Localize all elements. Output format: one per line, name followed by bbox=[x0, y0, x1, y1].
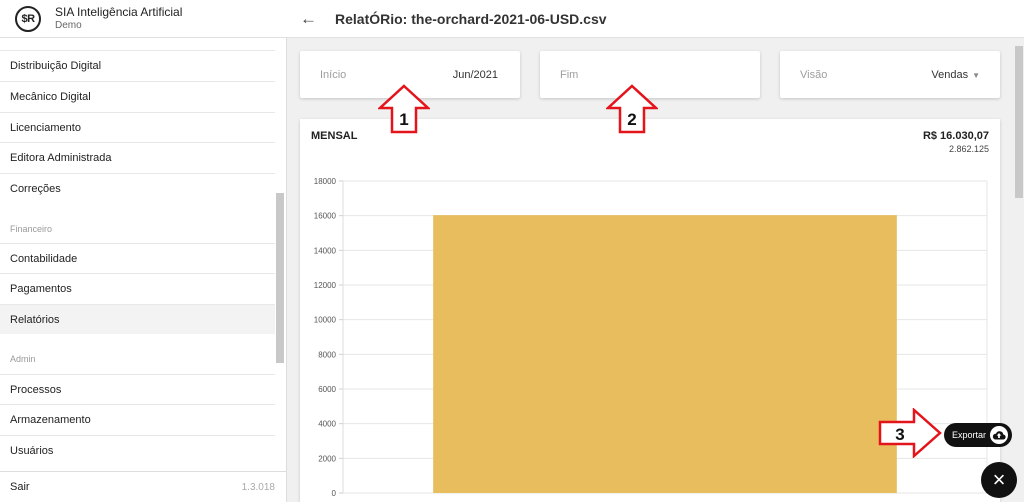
app-version: 1.3.018 bbox=[241, 481, 275, 493]
y-tick-label: 6000 bbox=[318, 385, 336, 394]
y-tick-label: 16000 bbox=[314, 212, 337, 221]
sidebar-item-label: Armazenamento bbox=[10, 413, 91, 426]
sidebar-item-correcoes[interactable]: Correções bbox=[0, 173, 275, 203]
sidebar-item-label: Licenciamento bbox=[10, 121, 81, 134]
sidebar-item-label: Contabilidade bbox=[10, 252, 78, 265]
sidebar-item-editora-administrada[interactable]: Editora Administrada bbox=[0, 142, 275, 172]
logout-link[interactable]: Sair bbox=[10, 481, 30, 493]
y-tick-label: 14000 bbox=[314, 246, 337, 255]
arrow-left-icon[interactable]: ← bbox=[300, 9, 317, 29]
sidebar: Distribuição Digital Mecânico Digital Li… bbox=[0, 38, 287, 502]
cloud-upload-icon bbox=[990, 426, 1008, 444]
bar bbox=[433, 215, 897, 493]
brand-text: SIA Inteligência Artificial Demo bbox=[55, 6, 182, 32]
sidebar-section-financeiro: Financeiro bbox=[10, 224, 53, 234]
sidebar-item-label: Distribuição Digital bbox=[10, 59, 102, 72]
filter-inicio-label: Início bbox=[320, 68, 347, 81]
sidebar-item-mecanico-digital[interactable]: Mecânico Digital bbox=[0, 81, 275, 111]
sidebar-item-label: Pagamentos bbox=[10, 282, 72, 295]
summary-label: MENSAL bbox=[311, 130, 358, 142]
sidebar-footer: Sair 1.3.018 bbox=[0, 471, 287, 502]
sidebar-section-admin: Admin bbox=[10, 354, 36, 364]
sidebar-item-label: Editora Administrada bbox=[10, 151, 112, 164]
y-tick-label: 2000 bbox=[318, 454, 336, 463]
main-scrollbar-thumb[interactable] bbox=[1015, 46, 1023, 198]
filter-visao-value: Vendas bbox=[931, 68, 969, 81]
caret-down-icon: ▼ bbox=[972, 70, 980, 80]
sidebar-item-relatorios[interactable]: Relatórios bbox=[0, 304, 275, 334]
annotation-arrow-3: 3 bbox=[878, 408, 942, 458]
filter-visao-label: Visão bbox=[800, 68, 828, 81]
sidebar-item-armazenamento[interactable]: Armazenamento bbox=[0, 404, 275, 434]
y-tick-label: 10000 bbox=[314, 316, 337, 325]
filter-fim-label: Fim bbox=[560, 68, 579, 81]
y-tick-label: 4000 bbox=[318, 420, 336, 429]
annotation-arrow-1: 1 bbox=[378, 84, 430, 134]
summary-count: 2.862.125 bbox=[948, 144, 989, 154]
y-tick-label: 18000 bbox=[314, 177, 337, 186]
close-fab-button[interactable]: × bbox=[981, 462, 1017, 498]
export-label: Exportar bbox=[951, 430, 986, 440]
logo-icon: $R bbox=[15, 6, 41, 32]
sidebar-item-distribuicao-digital[interactable]: Distribuição Digital bbox=[0, 50, 275, 80]
y-tick-label: 12000 bbox=[314, 281, 337, 290]
sidebar-item-label: Usuários bbox=[10, 444, 54, 457]
annotation-1-label: 1 bbox=[399, 110, 408, 129]
filter-visao-select[interactable]: Vendas ▼ bbox=[931, 69, 980, 81]
sidebar-item-usuarios[interactable]: Usuários bbox=[0, 435, 275, 465]
summary-total: R$ 16.030,07 bbox=[922, 130, 989, 142]
page-title: RelatÓRio: the-orchard-2021-06-USD.csv bbox=[335, 11, 607, 27]
sidebar-item-processos[interactable]: Processos bbox=[0, 374, 275, 404]
export-button[interactable]: Exportar bbox=[944, 423, 1012, 447]
sidebar-scrollbar[interactable] bbox=[276, 193, 284, 363]
sidebar-item-clipped bbox=[0, 38, 275, 50]
sidebar-item-label: Correções bbox=[10, 182, 61, 195]
annotation-2-label: 2 bbox=[627, 110, 636, 129]
top-app-bar: $R SIA Inteligência Artificial Demo ← Re… bbox=[0, 0, 1024, 38]
app-subtitle: Demo bbox=[55, 20, 82, 31]
y-tick-label: 0 bbox=[332, 489, 337, 498]
main-scrollbar[interactable] bbox=[1014, 38, 1024, 502]
filter-visao[interactable]: Visão Vendas ▼ bbox=[780, 51, 1000, 98]
sidebar-item-label: Mecânico Digital bbox=[10, 90, 91, 103]
sidebar-item-pagamentos[interactable]: Pagamentos bbox=[0, 273, 275, 303]
annotation-3-label: 3 bbox=[895, 425, 904, 444]
sidebar-item-licenciamento[interactable]: Licenciamento bbox=[0, 112, 275, 142]
sidebar-item-label: Processos bbox=[10, 383, 62, 396]
annotation-arrow-2: 2 bbox=[606, 84, 658, 134]
brand: $R SIA Inteligência Artificial Demo bbox=[0, 0, 287, 38]
filter-inicio-value: Jun/2021 bbox=[452, 68, 498, 81]
app-title: SIA Inteligência Artificial bbox=[55, 5, 183, 19]
sidebar-item-label: Relatórios bbox=[10, 313, 60, 326]
sidebar-item-contabilidade[interactable]: Contabilidade bbox=[0, 243, 275, 273]
y-tick-label: 8000 bbox=[318, 350, 336, 359]
close-icon: × bbox=[992, 467, 1006, 492]
